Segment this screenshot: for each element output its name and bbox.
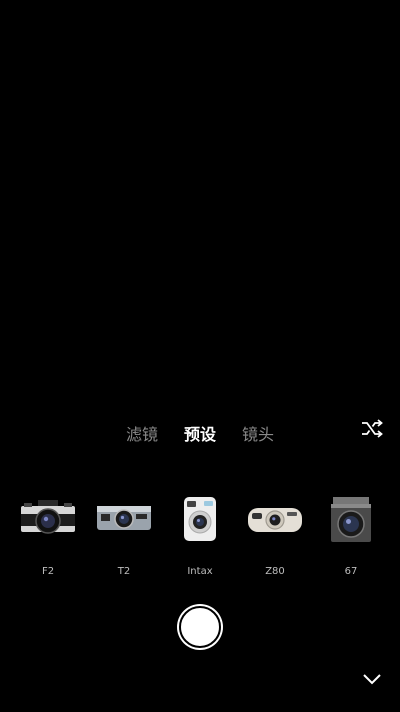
camera-label: T2 <box>117 566 131 577</box>
camera-label: 67 <box>344 566 358 577</box>
shutter-button[interactable] <box>179 606 221 648</box>
camera-viewfinder[interactable] <box>0 0 400 410</box>
instant-camera-icon <box>184 497 216 541</box>
point-and-shoot-camera-icon <box>248 508 302 532</box>
tab-lens[interactable]: 镜头 <box>242 423 274 447</box>
shuffle-button[interactable] <box>360 418 384 440</box>
medium-format-camera-icon <box>331 497 371 542</box>
slr-camera-icon <box>21 500 75 534</box>
collapse-button[interactable] <box>360 670 384 688</box>
camera-label: F2 <box>41 566 55 577</box>
shuffle-icon <box>362 419 383 438</box>
mode-tabs: 滤镜 预设 镜头 <box>0 423 400 447</box>
camera-preset-intax[interactable]: Intax <box>164 494 236 584</box>
camera-preset-t2[interactable]: T2 <box>88 494 160 584</box>
tab-preset[interactable]: 预设 <box>184 423 216 447</box>
tab-filter[interactable]: 滤镜 <box>126 423 158 447</box>
camera-label: Intax <box>187 566 213 577</box>
compact-camera-icon <box>97 506 151 530</box>
camera-label: Z80 <box>265 566 285 577</box>
camera-preset-67[interactable]: 67 <box>315 494 387 584</box>
chevron-down-icon <box>363 674 381 685</box>
camera-preset-z80[interactable]: Z80 <box>239 494 311 584</box>
camera-preset-f2[interactable]: F2 <box>12 494 84 584</box>
